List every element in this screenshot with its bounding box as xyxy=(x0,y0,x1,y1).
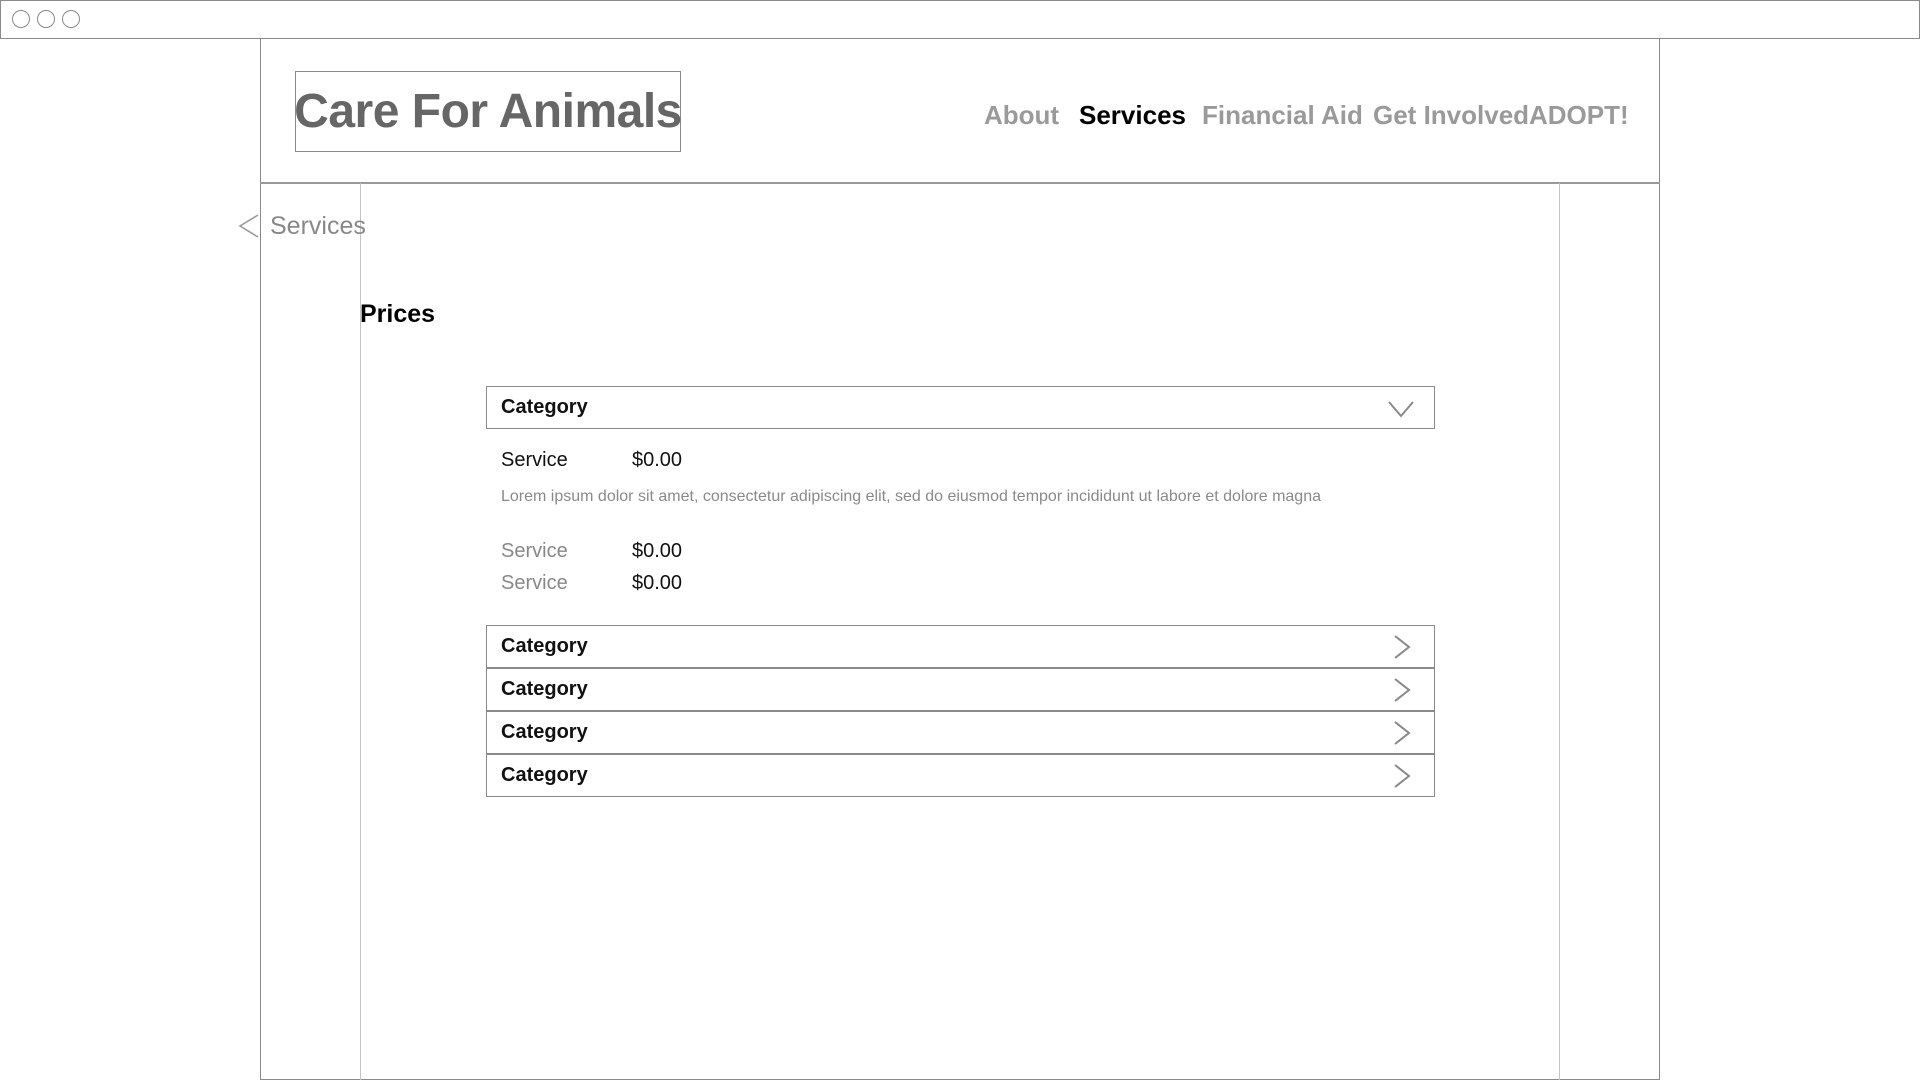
page-title: Prices xyxy=(360,300,436,328)
nav-item-about[interactable]: About xyxy=(984,95,1059,135)
header-divider xyxy=(260,182,1660,184)
window-control-minimize[interactable] xyxy=(37,10,55,28)
category-header-5[interactable]: Category xyxy=(486,754,1435,797)
service-name: Service xyxy=(501,540,568,562)
chevron-right-icon xyxy=(1394,678,1411,702)
nav-item-services[interactable]: Services xyxy=(1079,95,1186,135)
logo-text: Care For Animals xyxy=(294,85,682,138)
chevron-down-icon xyxy=(1388,401,1414,418)
service-name: Service xyxy=(501,572,568,594)
content-guide-right xyxy=(1559,183,1560,1080)
service-description: Lorem ipsum dolor sit amet, consectetur … xyxy=(501,488,1321,505)
window-control-maximize[interactable] xyxy=(62,10,80,28)
service-price: $0.00 xyxy=(632,540,683,562)
category-label: Category xyxy=(501,396,588,418)
browser-window-bar xyxy=(0,0,1920,39)
category-header-3[interactable]: Category xyxy=(486,668,1435,711)
chevron-right-icon xyxy=(1394,764,1411,788)
site-logo[interactable]: Care For Animals xyxy=(294,71,682,152)
category-label: Category xyxy=(501,678,588,700)
category-header-4[interactable]: Category xyxy=(486,711,1435,754)
service-name: Service xyxy=(501,449,568,471)
category-header-2[interactable]: Category xyxy=(486,625,1435,668)
category-header-1[interactable]: Category xyxy=(486,386,1435,429)
chevron-right-icon xyxy=(1394,721,1411,745)
breadcrumb-services[interactable]: Services xyxy=(270,208,366,244)
service-price: $0.00 xyxy=(632,572,683,594)
chevron-right-icon xyxy=(1394,635,1411,659)
chevron-left-icon[interactable] xyxy=(236,213,262,239)
category-label: Category xyxy=(501,721,588,743)
nav-item-adopt[interactable]: ADOPT! xyxy=(1529,95,1629,135)
nav-item-get-involved[interactable]: Get Involved xyxy=(1373,95,1529,135)
page-frame xyxy=(260,39,1660,1080)
service-price: $0.00 xyxy=(632,449,683,471)
nav-item-financial-aid[interactable]: Financial Aid xyxy=(1202,95,1363,135)
category-label: Category xyxy=(501,635,588,657)
window-control-close[interactable] xyxy=(12,10,30,28)
category-label: Category xyxy=(501,764,588,786)
